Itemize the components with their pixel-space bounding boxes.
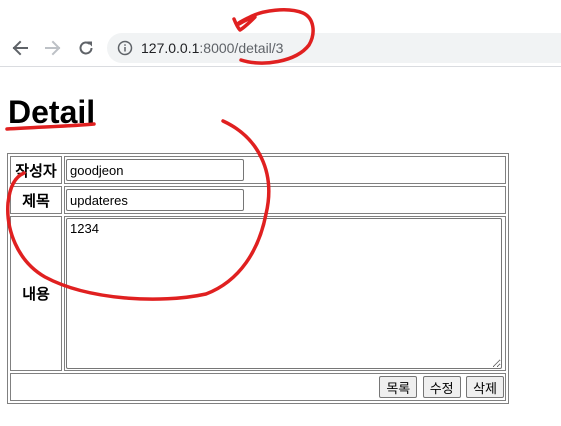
content-cell: 1234 bbox=[64, 216, 506, 371]
content-label: 내용 bbox=[10, 216, 62, 371]
browser-toolbar: 127.0.0.1:8000/detail/3 bbox=[0, 0, 561, 67]
title-input[interactable] bbox=[66, 189, 244, 211]
back-button[interactable] bbox=[8, 36, 32, 60]
button-cell: 목록 수정 삭제 bbox=[10, 373, 506, 401]
title-label: 제목 bbox=[10, 186, 62, 214]
detail-table: 작성자 제목 내용 1234 목록 수정 삭제 bbox=[7, 153, 509, 404]
list-button[interactable]: 목록 bbox=[379, 376, 418, 398]
title-row: 제목 bbox=[10, 186, 506, 214]
delete-button[interactable]: 삭제 bbox=[466, 376, 504, 398]
page-title: Detail bbox=[8, 94, 96, 130]
content-row: 내용 1234 bbox=[10, 216, 506, 371]
author-cell bbox=[64, 156, 506, 184]
reload-icon bbox=[79, 41, 93, 55]
content-textarea[interactable]: 1234 bbox=[66, 218, 502, 369]
edit-button[interactable]: 수정 bbox=[422, 376, 461, 398]
back-arrow-icon bbox=[12, 40, 28, 56]
forward-button[interactable] bbox=[41, 36, 65, 60]
button-row: 목록 수정 삭제 bbox=[10, 373, 506, 401]
title-cell bbox=[64, 186, 506, 214]
address-bar[interactable]: 127.0.0.1:8000/detail/3 bbox=[107, 33, 561, 63]
screen: 127.0.0.1:8000/detail/3 Detail 작성자 제목 내용… bbox=[0, 0, 561, 426]
author-input[interactable] bbox=[66, 159, 244, 181]
info-icon[interactable] bbox=[117, 40, 133, 56]
author-label: 작성자 bbox=[10, 156, 62, 184]
reload-button[interactable] bbox=[74, 36, 98, 60]
url-path: :8000/detail/3 bbox=[199, 40, 284, 56]
url-text[interactable]: 127.0.0.1:8000/detail/3 bbox=[141, 40, 283, 56]
author-row: 작성자 bbox=[10, 156, 506, 184]
forward-arrow-icon bbox=[45, 40, 61, 56]
url-host: 127.0.0.1 bbox=[141, 40, 200, 56]
